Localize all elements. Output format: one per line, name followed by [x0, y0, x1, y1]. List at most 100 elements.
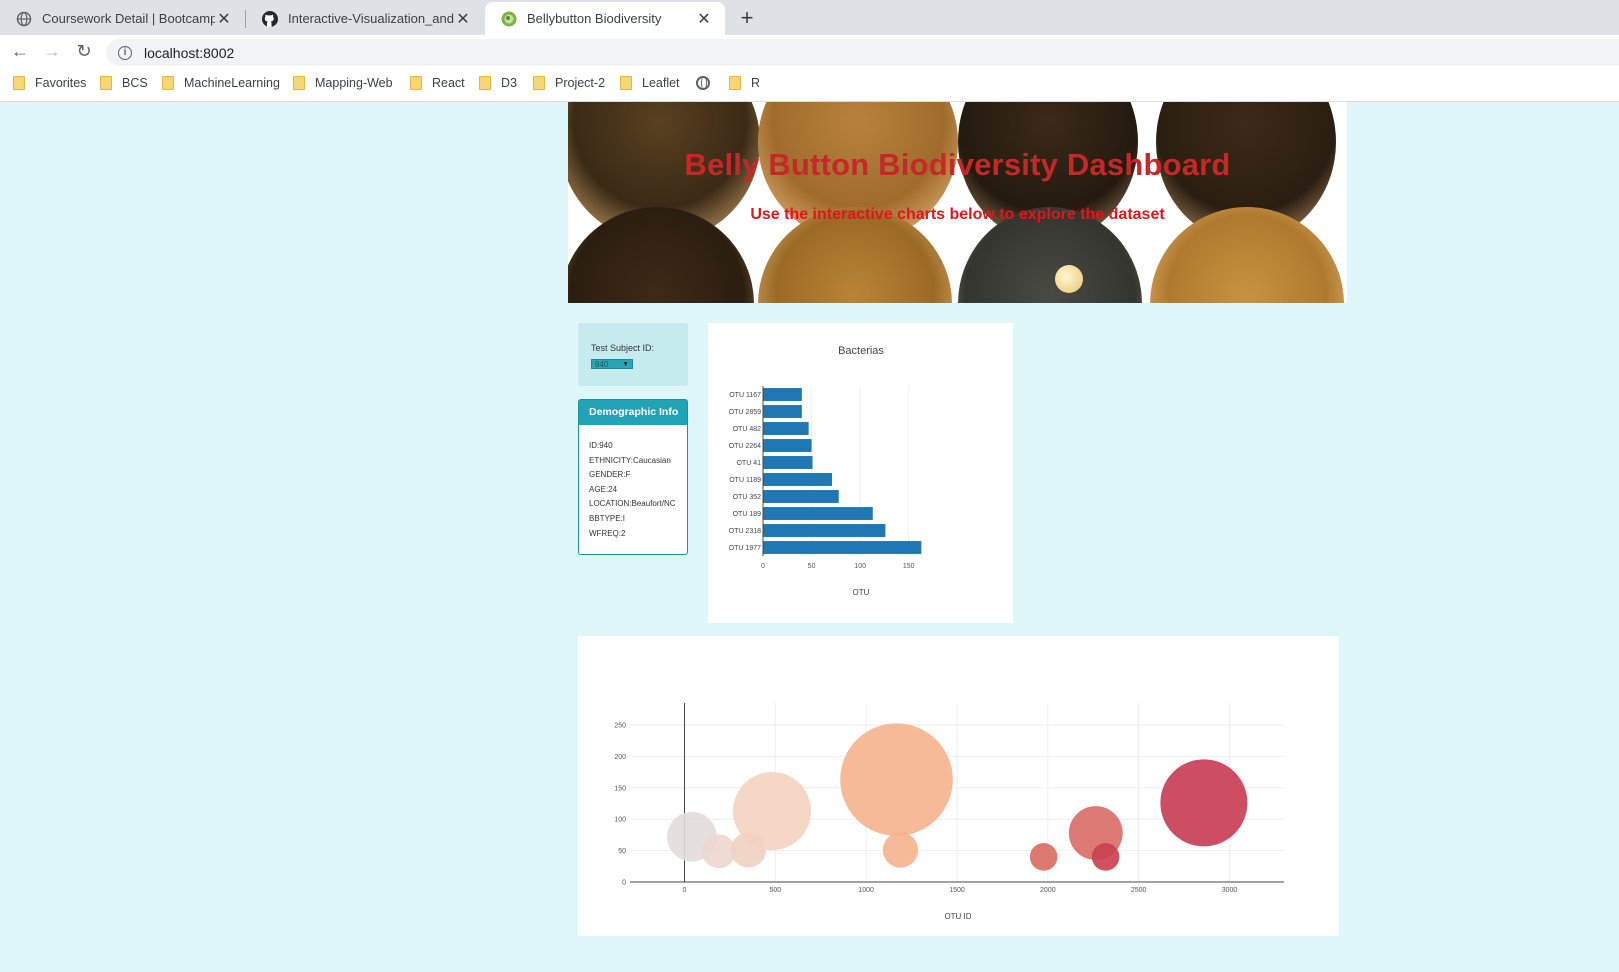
subject-id-dropdown[interactable]: 940 ▼ [591, 359, 633, 369]
metadata-wfreq: WFREQ:2 [589, 528, 626, 538]
bookmark-project-2[interactable]: Project-2 [533, 76, 605, 90]
y-tick-label: OTU 1189 [729, 477, 761, 484]
x-tick-label: 50 [808, 563, 816, 570]
bar [763, 524, 886, 537]
bar [763, 473, 832, 486]
bubble-point [1160, 759, 1248, 847]
bar-chart[interactable]: Bacterias 0 50 100 150 OTU 1167 OTU 2859 OTU 48… [708, 323, 1013, 623]
x-tick-label: 0 [761, 563, 765, 570]
bookmarks-bar: Favorites BCS MachineLearning Mapping-We… [0, 69, 1619, 102]
metadata-id: ID:940 [589, 441, 613, 450]
bookmark-label: Favorites [35, 76, 87, 90]
bar [763, 490, 839, 503]
browser-toolbar: ← → ↻ i localhost:8002 [0, 35, 1619, 69]
bookmark-mapping-web[interactable]: Mapping-Web [293, 76, 393, 90]
y-tick-label: OTU 2859 [729, 409, 761, 416]
bookmark-label: React [432, 76, 465, 90]
subject-selector-well: Test Subject ID: 940 ▼ [578, 323, 688, 386]
bookmark-web[interactable] [696, 76, 710, 90]
folder-icon [410, 76, 422, 90]
bar [763, 439, 812, 452]
y-tick-label: 100 [614, 817, 626, 824]
bookmark-label: D3 [501, 76, 517, 90]
x-tick-label: 2500 [1131, 887, 1147, 894]
bubble-chart-card: 0 500 1000 1500 2000 2500 3000 0 50 100 150 200 250 O… [578, 636, 1339, 936]
close-icon[interactable]: ✕ [215, 9, 233, 29]
back-arrow-icon[interactable]: ← [9, 41, 31, 62]
bubble-point [882, 832, 919, 868]
bookmark-label: Project-2 [555, 76, 606, 90]
folder-icon [620, 76, 632, 90]
x-tick-label: 100 [854, 563, 866, 570]
demographic-metadata: ID:940 ETHNICITY:Caucasian GENDER:F AGE:… [579, 425, 687, 541]
x-axis-title: OTU [853, 588, 870, 597]
bookmark-label: Leaflet [642, 76, 680, 90]
bookmark-leaflet[interactable]: Leaflet [620, 76, 680, 90]
metadata-bbtype: BBTYPE:I [589, 513, 626, 523]
bubble-point [840, 723, 953, 836]
tab-title: Bellybutton Biodiversity [527, 11, 662, 26]
page-subtitle: Use the interactive charts below to expl… [750, 206, 1165, 223]
y-tick-label: OTU 2318 [729, 528, 761, 535]
x-tick-label: 1500 [949, 887, 965, 894]
bubble-point [1091, 843, 1120, 871]
globe-icon [696, 76, 710, 90]
folder-icon [293, 76, 305, 90]
bookmark-label: Mapping-Web [315, 76, 393, 90]
folder-icon [479, 76, 491, 90]
new-tab-icon[interactable]: + [735, 5, 759, 31]
bar [763, 541, 922, 554]
bar [763, 422, 809, 435]
folder-icon [533, 76, 545, 90]
x-tick-label: 500 [769, 887, 781, 894]
bar [763, 388, 802, 401]
bookmark-label: MachineLearning [184, 76, 280, 90]
metadata-age: AGE:24 [589, 484, 618, 494]
subject-select-label: Test Subject ID: [591, 343, 655, 353]
y-tick-label: OTU 189 [733, 511, 762, 518]
y-tick-label: OTU 352 [733, 494, 762, 501]
bookmark-bcs[interactable]: BCS [100, 76, 148, 90]
x-axis-title: OTU ID [944, 912, 971, 921]
y-tick-label: 250 [614, 722, 626, 729]
reload-icon[interactable]: ↻ [73, 41, 95, 62]
bar [763, 405, 802, 418]
forward-arrow-icon[interactable]: → [41, 41, 63, 62]
address-bar[interactable]: i localhost:8002 [106, 39, 1619, 66]
bubble-chart[interactable]: 0 500 1000 1500 2000 2500 3000 0 50 100 150 200 250 O… [578, 636, 1339, 936]
page-title: Belly Button Biodiversity Dashboard [684, 147, 1231, 182]
bar-chart-card: Bacterias 0 50 100 150 OTU 1167 OTU 2859 OTU 48… [708, 323, 1013, 623]
chart-title: Bacterias [838, 345, 884, 357]
bookmark-favorites[interactable]: Favorites [13, 76, 86, 90]
bubble-point [1029, 843, 1058, 871]
tab-bellybutton[interactable]: Bellybutton Biodiversity ✕ [485, 2, 725, 35]
globe-icon [16, 11, 32, 27]
close-icon[interactable]: ✕ [695, 9, 713, 29]
x-tick-label: 3000 [1222, 887, 1238, 894]
folder-icon [729, 76, 741, 90]
y-tick-label: 150 [614, 785, 626, 792]
demographic-info-panel: Demographic Info ID:940 ETHNICITY:Caucas… [578, 399, 688, 555]
dropdown-arrow-icon: ▼ [622, 360, 629, 368]
leaf-favicon-icon [501, 11, 517, 27]
header-banner: Belly Button Biodiversity Dashboard Use … [568, 102, 1347, 303]
dropdown-value: 940 [595, 359, 609, 369]
bubble-point [733, 771, 812, 851]
bookmark-react[interactable]: React [410, 76, 465, 90]
y-tick-label: 50 [618, 848, 626, 855]
tab-github[interactable]: Interactive-Visualization_and_Das ✕ [246, 2, 484, 35]
url-text[interactable]: localhost:8002 [144, 45, 234, 61]
x-tick-label: 0 [683, 887, 687, 894]
bookmark-d3[interactable]: D3 [479, 76, 517, 90]
bookmark-r[interactable]: R [729, 76, 760, 90]
close-icon[interactable]: ✕ [454, 9, 472, 29]
bubble-point [701, 834, 736, 869]
tab-coursework[interactable]: Coursework Detail | Bootcamp Sp ✕ [0, 2, 245, 35]
bar [763, 507, 873, 520]
info-icon[interactable]: i [118, 45, 132, 60]
y-tick-label: OTU 41 [736, 460, 761, 467]
bookmark-label: R [751, 76, 761, 90]
bookmark-machinelearning[interactable]: MachineLearning [162, 76, 280, 90]
github-icon [262, 10, 278, 27]
y-tick-label: OTU 1167 [729, 392, 761, 399]
